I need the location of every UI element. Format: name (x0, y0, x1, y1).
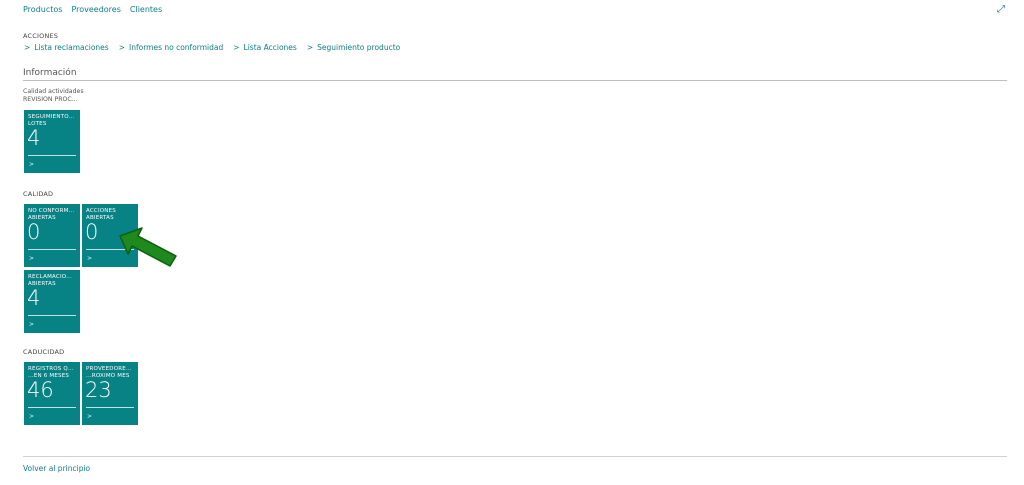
tile-no-conformidades-abiertas[interactable]: NO CONFORM... ABIERTAS 0 > (24, 204, 80, 267)
nav-proveedores[interactable]: Proveedores (71, 5, 120, 14)
nav-clientes[interactable]: Clientes (130, 5, 162, 14)
chevron-right-icon: > (118, 43, 125, 52)
tile-reclamaciones-abiertas[interactable]: RECLAMACIO... ABIERTAS 4 > (24, 270, 80, 333)
back-to-top-link[interactable]: Volver al principio (23, 464, 90, 473)
tile-value: 4 (27, 286, 41, 310)
divider (23, 456, 1007, 457)
chevron-right-icon: > (306, 43, 314, 52)
action-label: Informes no conformidad (129, 43, 224, 52)
tile-value: 46 (27, 378, 54, 402)
tile-divider (28, 407, 76, 408)
actions-bar: > Lista reclamaciones > Informes no confor… (24, 43, 400, 52)
action-label: Lista reclamaciones (34, 43, 109, 52)
tile-value: 4 (27, 126, 41, 150)
group-calidad-actividades: Calidad actividades REVISION PROC... (23, 88, 84, 104)
tile-value: 0 (27, 220, 41, 244)
tile-divider (28, 315, 76, 316)
tile-divider (28, 155, 76, 156)
group-title: Calidad actividades (23, 88, 84, 95)
expand-icon[interactable]: ⤢ (997, 4, 1005, 15)
tile-divider (86, 407, 134, 408)
chevron-right-icon: > (87, 413, 93, 420)
divider (23, 80, 1007, 81)
informacion-heading[interactable]: Información (23, 68, 77, 78)
tile-value: 0 (85, 220, 99, 244)
top-navigation: Productos Proveedores Clientes (23, 5, 162, 14)
tile-proveedores-proximo-mes[interactable]: PROVEEDORE... ...ROXIMO MES 23 > (82, 362, 138, 425)
tile-value: 23 (85, 378, 112, 402)
chevron-right-icon: > (29, 321, 35, 328)
calidad-title: CALIDAD (23, 190, 54, 198)
action-seguimiento-producto[interactable]: > Seguimiento producto (307, 43, 400, 52)
tile-seguimiento-lotes[interactable]: SEGUIMIENTO... LOTES 4 > (24, 110, 80, 173)
chevron-right-icon: > (24, 43, 31, 52)
action-label: Lista Acciones (243, 43, 297, 52)
chevron-right-icon: > (29, 161, 35, 168)
acciones-title: ACCIONES (23, 32, 59, 40)
nav-productos[interactable]: Productos (23, 5, 62, 14)
chevron-right-icon: > (233, 43, 240, 52)
annotation-arrow-icon (119, 227, 177, 267)
chevron-right-icon: > (87, 255, 93, 262)
action-label: Seguimiento producto (317, 43, 401, 52)
caducidad-title: CADUCIDAD (23, 348, 65, 356)
action-lista-acciones[interactable]: > Lista Acciones (233, 43, 297, 52)
chevron-right-icon: > (29, 413, 35, 420)
chevron-right-icon: > (29, 255, 35, 262)
tile-registros-6-meses[interactable]: REGISTROS Q... ...EN 6 MESES 46 > (24, 362, 80, 425)
group-subtitle: REVISION PROC... (23, 96, 78, 103)
action-informes-no-conformidad[interactable]: > Informes no conformidad (119, 43, 224, 52)
tile-divider (28, 249, 76, 250)
action-lista-reclamaciones[interactable]: > Lista reclamaciones (24, 43, 109, 52)
